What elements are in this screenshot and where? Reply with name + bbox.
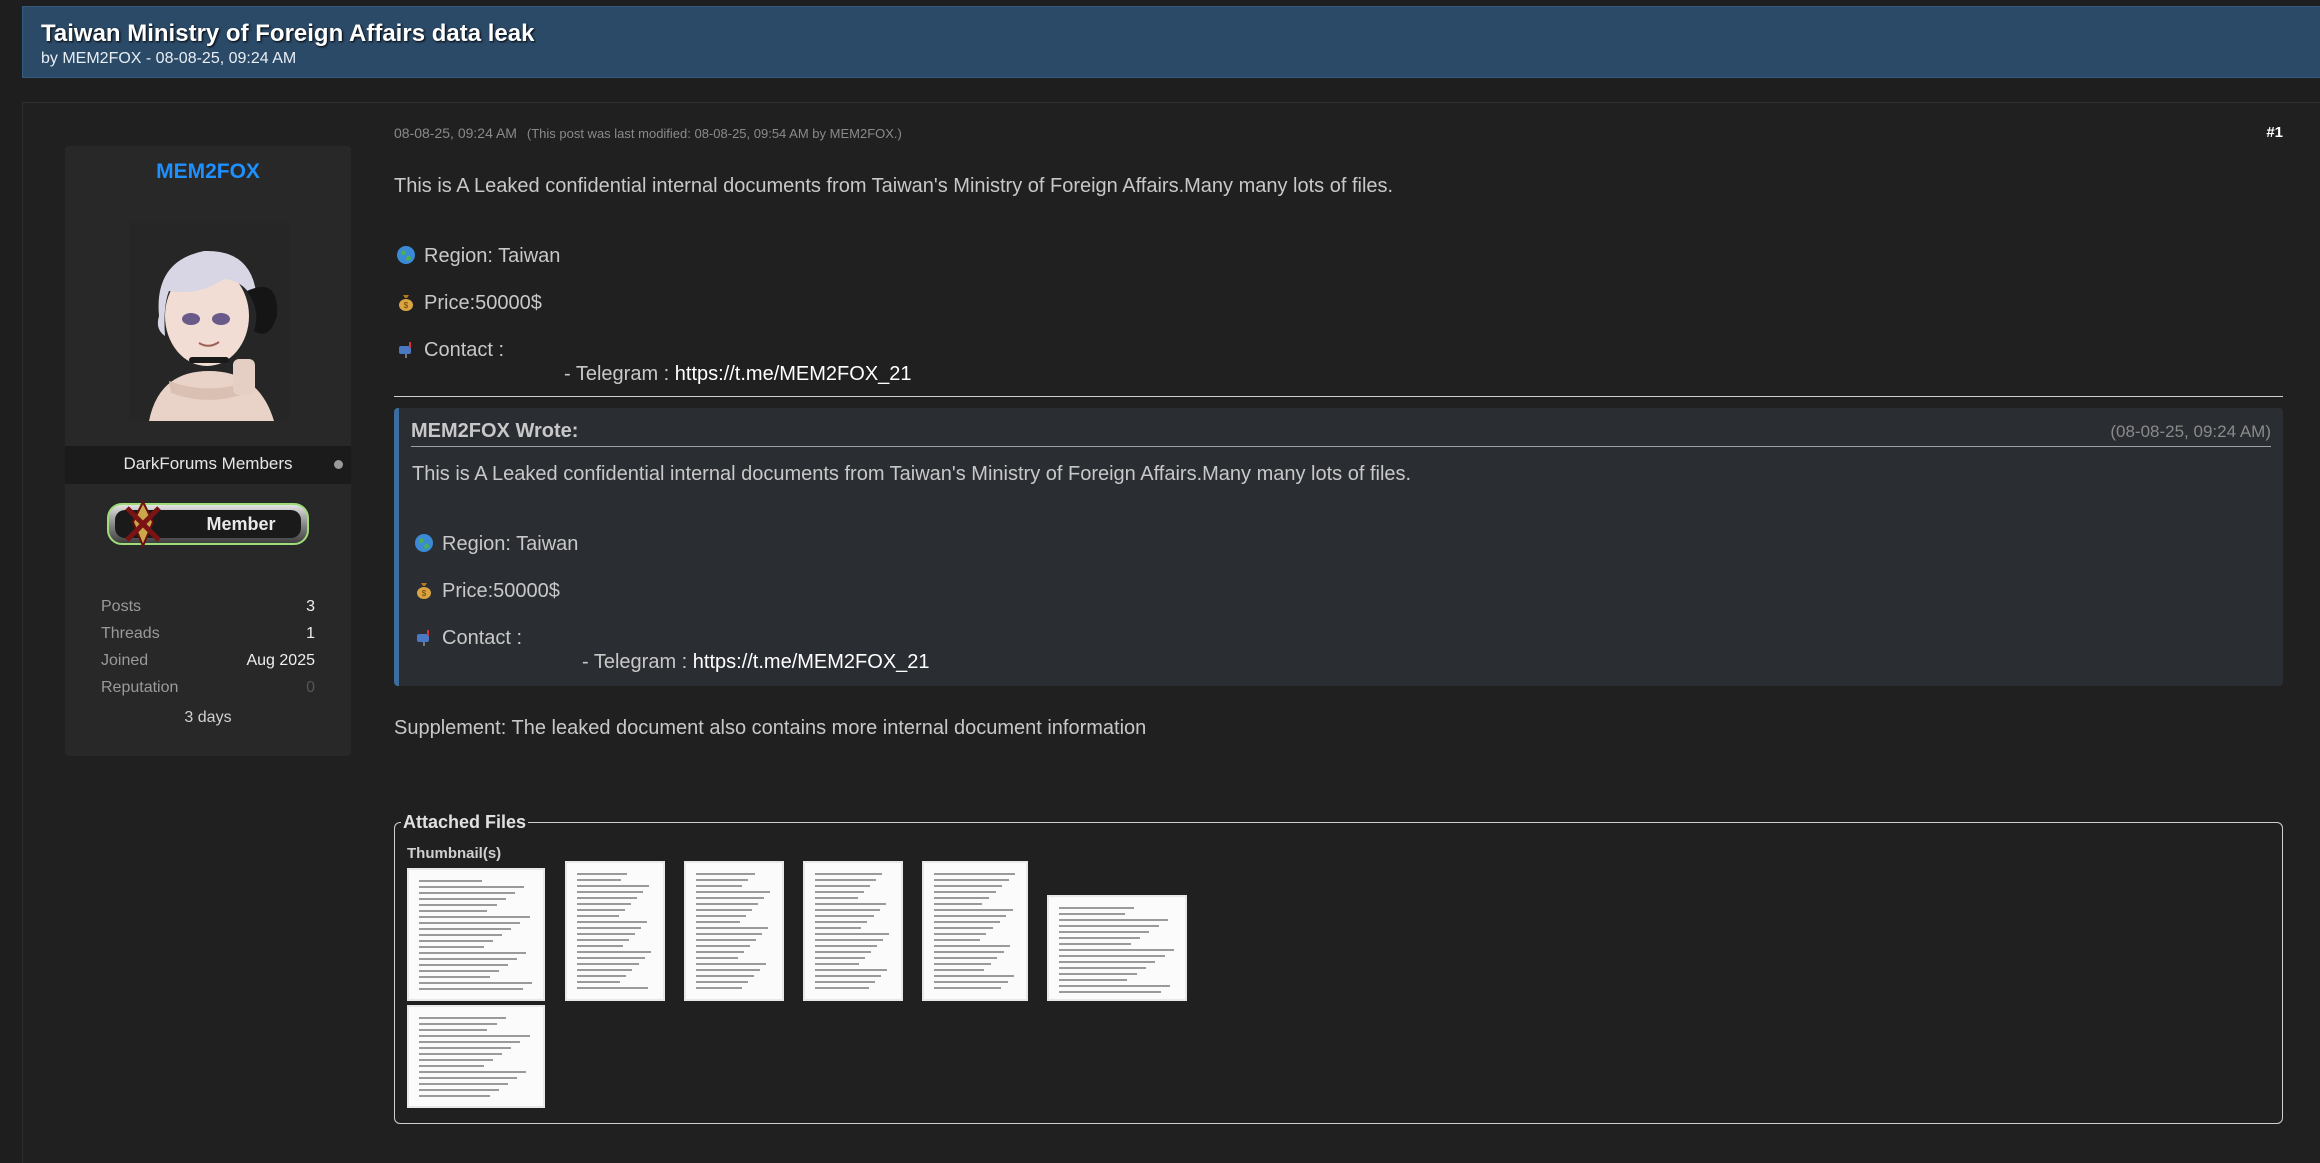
attachment-thumbnail[interactable]	[1047, 895, 1187, 1001]
author-profile: MEM2FOX DarkForums Members Member Posts …	[65, 146, 351, 756]
stat-label: Posts	[101, 598, 142, 615]
quote-telegram-prefix: - Telegram :	[582, 651, 693, 673]
svg-text:$: $	[404, 301, 409, 310]
stat-label: Joined	[101, 652, 149, 669]
svg-text:$: $	[422, 589, 427, 598]
quote-date[interactable]: (08-08-25, 09:24 AM)	[2110, 422, 2271, 442]
globe-icon	[397, 246, 415, 264]
post-intro: This is A Leaked confidential internal d…	[394, 175, 1394, 197]
money-bag-icon: $	[399, 295, 413, 311]
quote-telegram-line: - Telegram : https://t.me/MEM2FOX_21	[582, 651, 930, 674]
price-text: Price:50000$	[424, 292, 542, 314]
quote-price-line: $ Price:50000$	[414, 580, 560, 603]
quote-block: MEM2FOX Wrote: (08-08-25, 09:24 AM)	[394, 408, 2283, 686]
stat-value: Aug 2025	[246, 652, 315, 669]
telegram-line: - Telegram : https://t.me/MEM2FOX_21	[564, 363, 912, 386]
attachment-thumbnail[interactable]	[407, 868, 545, 1001]
thread-byline: by MEM2FOX - 08-08-25, 09:24 AM	[41, 50, 297, 67]
quote-intro: This is A Leaked confidential internal d…	[412, 463, 1412, 485]
thumbnails-label: Thumbnail(s)	[407, 845, 502, 862]
stat-label: Threads	[101, 625, 160, 642]
telegram-prefix: - Telegram :	[564, 363, 675, 385]
quote-region-text: Region: Taiwan	[442, 533, 579, 555]
attachment-thumbnail[interactable]	[684, 861, 784, 1001]
post-number-link[interactable]: #1	[2266, 124, 2283, 141]
post-date: 08-08-25, 09:24 AM	[394, 125, 517, 141]
attachment-thumbnail[interactable]	[407, 1005, 545, 1108]
attached-files-legend: Attached Files	[403, 812, 527, 832]
online-status-icon	[334, 460, 343, 469]
post-modified-note: (This post was last modified: 08-08-25, …	[526, 126, 902, 141]
money-bag-icon: $	[417, 583, 431, 599]
quote-region-line: Region: Taiwan	[414, 533, 578, 556]
quote-contact-line: Contact :	[414, 627, 522, 650]
stat-posts: Posts 3	[101, 598, 315, 625]
contact-line: Contact :	[396, 339, 504, 362]
quote-contact-text: Contact :	[442, 627, 523, 649]
stat-label: Reputation	[101, 679, 179, 696]
stat-joined: Joined Aug 2025	[101, 652, 315, 679]
quote-divider	[411, 446, 2271, 447]
stat-value[interactable]: 3	[306, 598, 315, 616]
member-duration: 3 days	[184, 709, 232, 726]
quote-price-text: Price:50000$	[442, 580, 560, 602]
attachment-thumbnail[interactable]	[803, 861, 903, 1001]
telegram-link[interactable]: https://t.me/MEM2FOX_21	[675, 363, 912, 385]
region-line: Region: Taiwan	[396, 245, 560, 268]
user-group-row: DarkForums Members	[65, 446, 351, 484]
attached-files: Attached Files	[394, 812, 2283, 1124]
globe-icon	[415, 534, 433, 552]
supplement-text: Supplement: The leaked document also con…	[394, 717, 1147, 739]
avatar[interactable]	[129, 221, 289, 421]
author-name[interactable]: MEM2FOX	[65, 160, 351, 184]
member-badge: Member	[105, 498, 311, 550]
attachment-thumbnail[interactable]	[565, 861, 665, 1001]
region-text: Region: Taiwan	[424, 245, 561, 267]
user-group: DarkForums Members	[123, 454, 293, 473]
quote-telegram-link[interactable]: https://t.me/MEM2FOX_21	[693, 651, 930, 673]
mailbox-icon	[417, 630, 429, 646]
stat-threads: Threads 1	[101, 625, 315, 652]
quote-header: MEM2FOX Wrote:	[411, 420, 579, 442]
badge-label: Member	[206, 514, 275, 534]
thread-title: Taiwan Ministry of Foreign Affairs data …	[41, 20, 535, 47]
author-stats: Posts 3 Threads 1 Joined Aug 2025 Reputa…	[101, 598, 315, 706]
thread-header: Taiwan Ministry of Foreign Affairs data …	[22, 6, 2320, 78]
mailbox-icon	[399, 342, 411, 358]
attachment-thumbnail[interactable]	[922, 861, 1028, 1001]
stat-value[interactable]: 0	[306, 679, 315, 697]
price-line: $ Price:50000$	[396, 292, 542, 315]
stat-reputation: Reputation 0	[101, 679, 315, 706]
stat-value[interactable]: 1	[306, 625, 315, 643]
contact-text: Contact :	[424, 339, 505, 361]
divider	[394, 396, 2283, 397]
post-meta: 08-08-25, 09:24 AM (This post was last m…	[394, 125, 902, 141]
